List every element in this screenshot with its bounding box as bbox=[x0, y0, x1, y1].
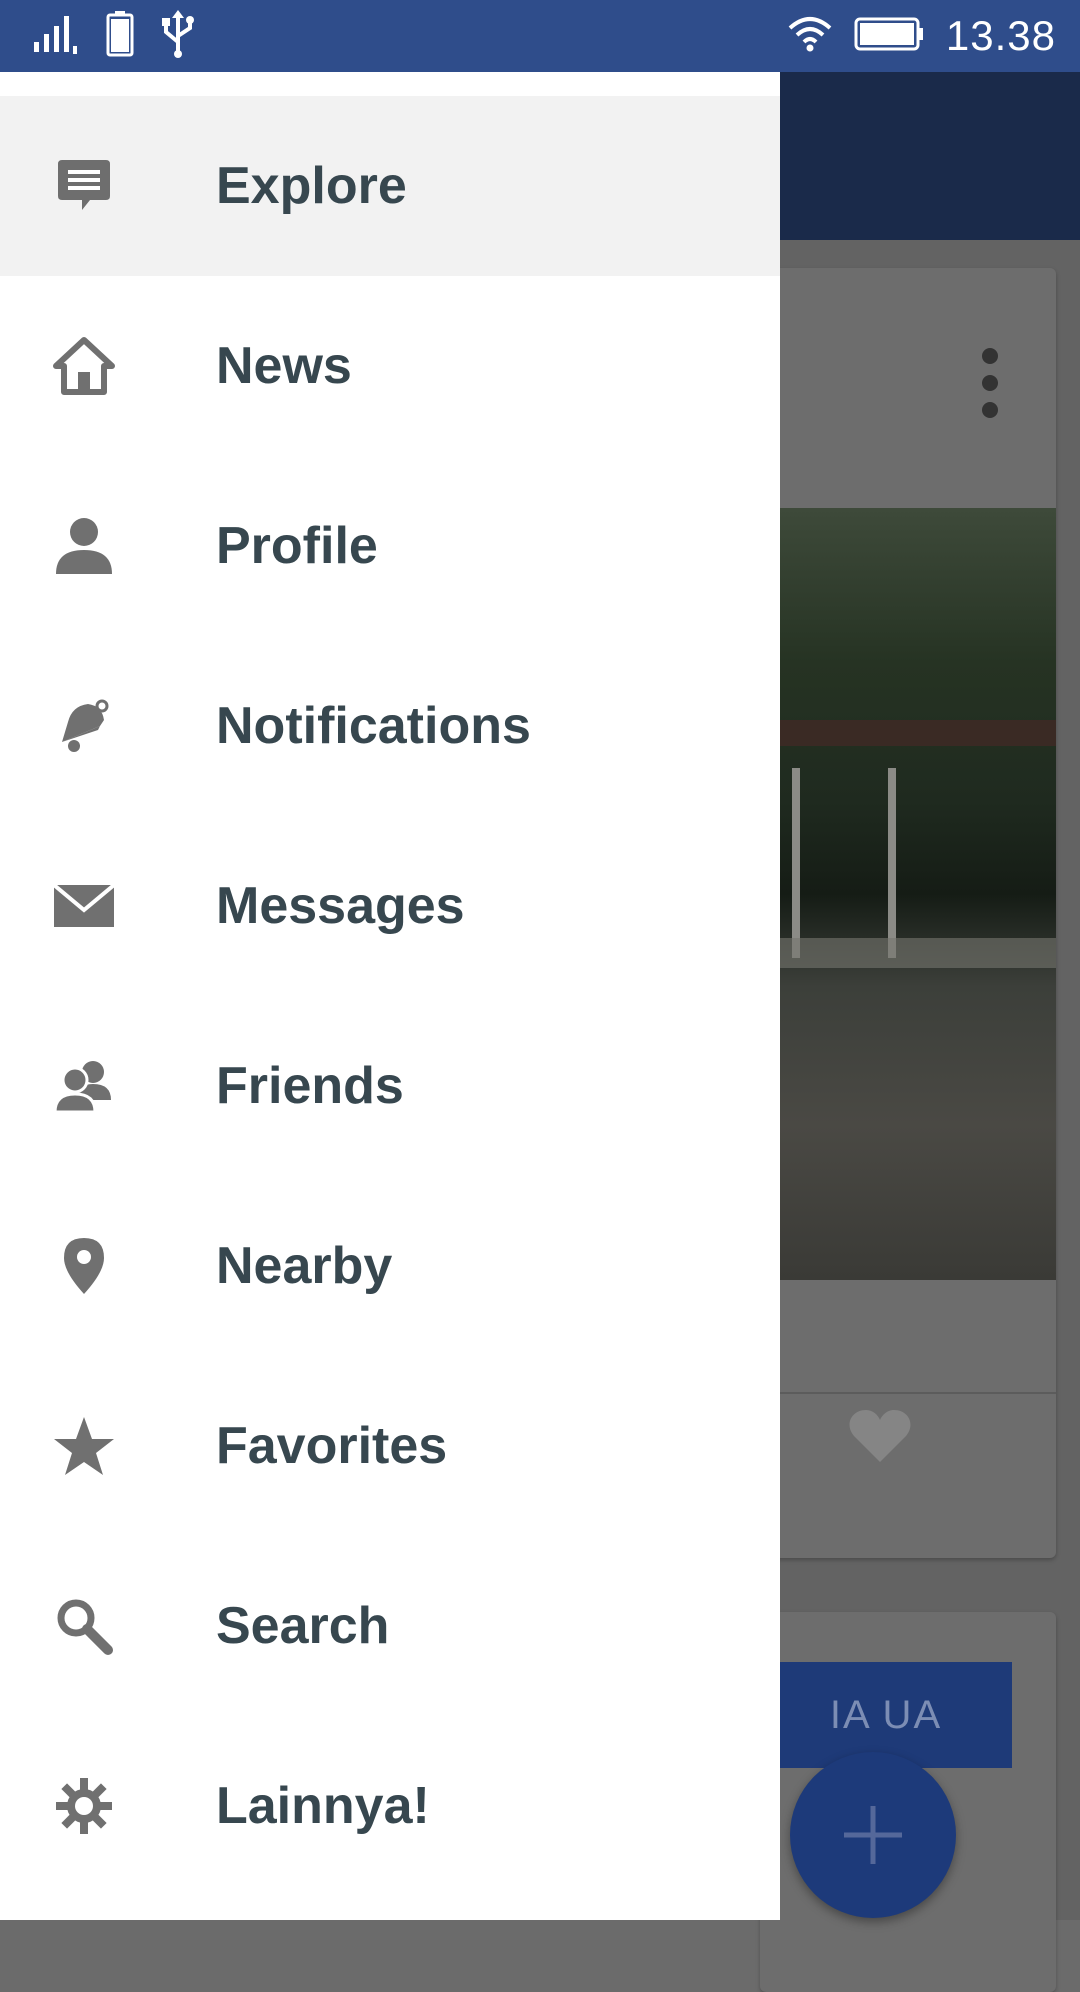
nav-item-favorites[interactable]: Favorites bbox=[0, 1356, 780, 1536]
star-icon bbox=[52, 1414, 116, 1478]
more-options-icon bbox=[978, 348, 1002, 418]
nav-label-nearby: Nearby bbox=[216, 1237, 393, 1295]
person-icon bbox=[52, 514, 116, 578]
background-post-card bbox=[760, 268, 1056, 1558]
gear-icon bbox=[52, 1774, 116, 1838]
wifi-icon bbox=[788, 16, 832, 57]
status-left-icons bbox=[32, 9, 196, 63]
bell-icon bbox=[52, 694, 116, 758]
nav-label-friends: Friends bbox=[216, 1057, 404, 1115]
nav-item-friends[interactable]: Friends bbox=[0, 996, 780, 1176]
nav-item-profile[interactable]: Profile bbox=[0, 456, 780, 636]
navigation-drawer: Explore News Profile Notifications Messa… bbox=[0, 72, 780, 1920]
add-fab bbox=[790, 1752, 956, 1918]
magnifier-icon bbox=[52, 1594, 116, 1658]
signal-icon bbox=[32, 14, 80, 59]
envelope-icon bbox=[52, 874, 116, 938]
status-bar: 13.38 bbox=[0, 0, 1080, 72]
nav-item-search[interactable]: Search bbox=[0, 1536, 780, 1716]
nav-label-profile: Profile bbox=[216, 517, 378, 575]
nav-label-messages: Messages bbox=[216, 877, 465, 935]
nav-label-explore: Explore bbox=[216, 157, 407, 215]
nav-label-search: Search bbox=[216, 1597, 390, 1655]
home-icon bbox=[52, 334, 116, 398]
card-divider bbox=[760, 1392, 1056, 1394]
nav-label-favorites: Favorites bbox=[216, 1417, 448, 1475]
people-icon bbox=[52, 1054, 116, 1118]
status-time: 13.38 bbox=[945, 12, 1056, 59]
nav-item-explore[interactable]: Explore bbox=[0, 96, 780, 276]
nav-label-lainnya: Lainnya! bbox=[216, 1777, 430, 1835]
chat-bubble-icon bbox=[52, 154, 116, 218]
usb-icon bbox=[160, 9, 196, 63]
battery-icon bbox=[106, 10, 134, 62]
post-photo bbox=[760, 508, 1056, 1280]
nav-item-messages[interactable]: Messages bbox=[0, 816, 780, 996]
battery-outline-icon bbox=[854, 17, 924, 56]
status-right-icons: 13.38 bbox=[788, 8, 1056, 64]
map-pin-icon bbox=[52, 1234, 116, 1298]
nav-item-notifications[interactable]: Notifications bbox=[0, 636, 780, 816]
nav-item-lainnya[interactable]: Lainnya! bbox=[0, 1716, 780, 1896]
nav-label-notifications: Notifications bbox=[216, 697, 531, 755]
heart-icon bbox=[848, 1408, 912, 1469]
nav-label-news: News bbox=[216, 337, 352, 395]
nav-item-news[interactable]: News bbox=[0, 276, 780, 456]
nav-item-nearby[interactable]: Nearby bbox=[0, 1176, 780, 1356]
